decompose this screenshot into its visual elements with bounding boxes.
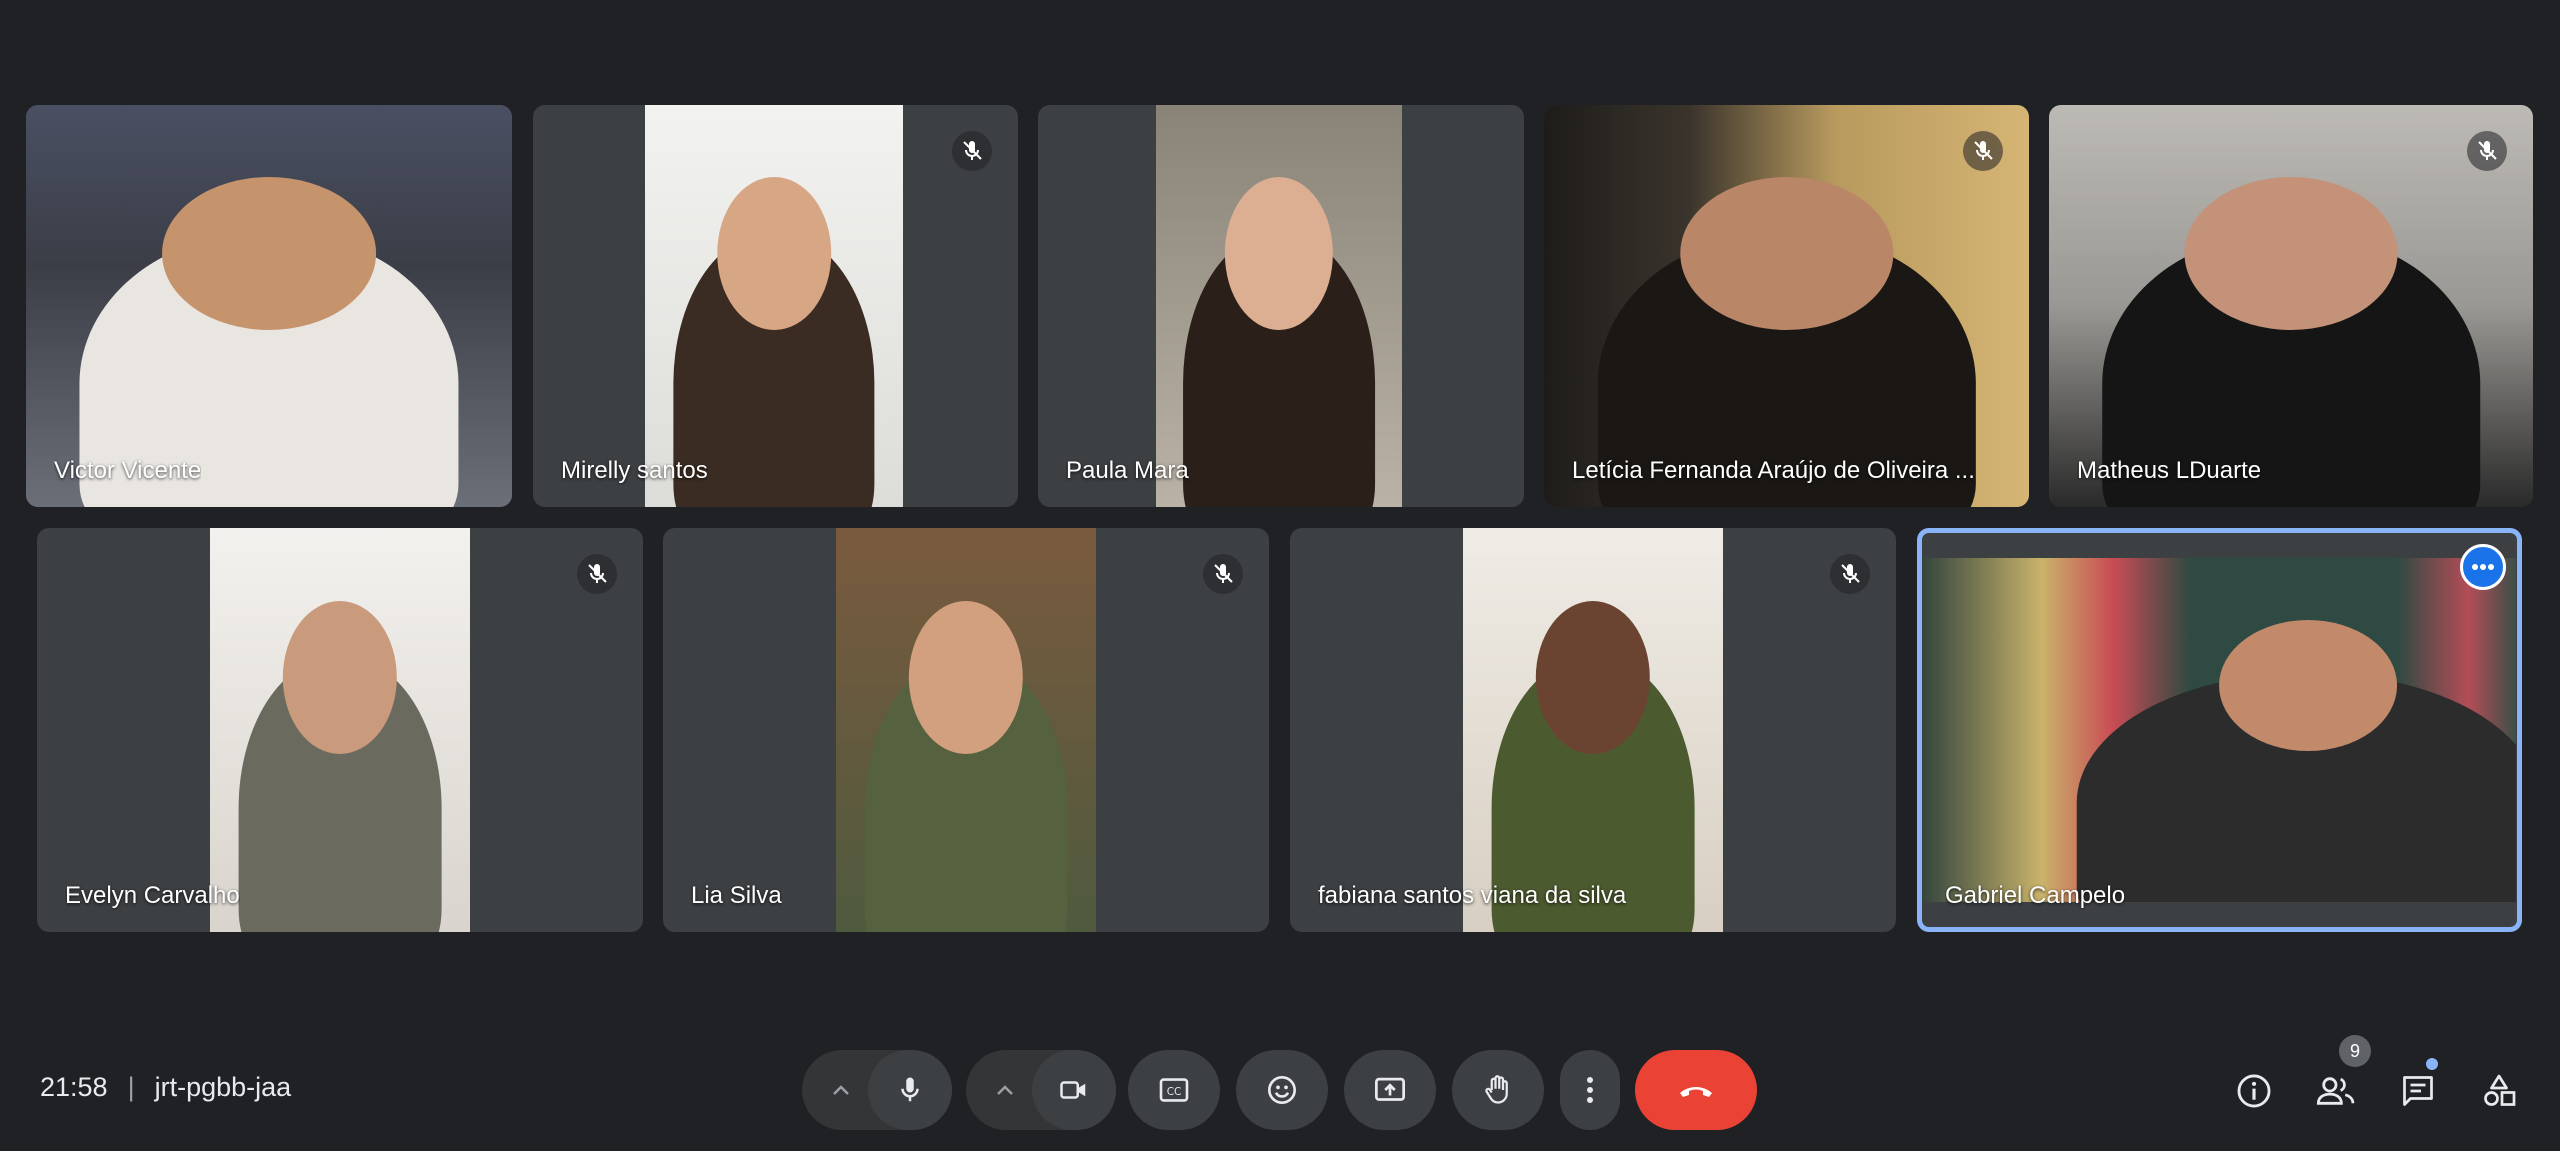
participant-tile[interactable]: Victor Vicente <box>26 105 512 507</box>
people-button[interactable] <box>2311 1066 2361 1116</box>
participant-name: Gabriel Campelo <box>1945 882 2126 909</box>
mic-options-button[interactable] <box>806 1050 876 1130</box>
activities-icon <box>2484 1074 2516 1106</box>
leave-call-button[interactable] <box>1635 1050 1757 1130</box>
divider: | <box>127 1072 135 1102</box>
call-end-icon <box>1680 1087 1712 1097</box>
camera-options-button[interactable] <box>970 1050 1040 1130</box>
meeting-code: jrt-pgbb-jaa <box>154 1072 292 1102</box>
participant-tile[interactable]: Mirelly santos <box>533 105 1018 507</box>
participant-name: Paula Mara <box>1066 457 1189 484</box>
participant-tile[interactable]: Matheus LDuarte <box>2049 105 2533 507</box>
emoji-icon <box>1268 1076 1296 1104</box>
microphone-button[interactable] <box>868 1050 952 1130</box>
more-options-button[interactable] <box>1560 1050 1620 1130</box>
participant-video <box>2049 105 2533 507</box>
participant-tile[interactable]: Lia Silva <box>663 528 1269 932</box>
participant-video <box>836 528 1096 932</box>
captions-button[interactable]: CC <box>1128 1050 1220 1130</box>
participant-tile[interactable]: Paula Mara <box>1038 105 1524 507</box>
participant-video <box>210 528 470 932</box>
camera-button[interactable] <box>1032 1050 1116 1130</box>
present-screen-icon <box>1375 1077 1405 1101</box>
chat-notification-dot <box>2426 1058 2438 1070</box>
svg-text:CC: CC <box>1167 1086 1182 1098</box>
closed-captions-icon: CC <box>1159 1078 1189 1102</box>
participant-name: Lia Silva <box>691 882 782 909</box>
mic-off-icon <box>2467 131 2507 171</box>
more-vert-icon <box>1587 1077 1593 1103</box>
chat-icon <box>2403 1076 2433 1106</box>
meeting-info: 21:58 | jrt-pgbb-jaa <box>40 1072 291 1103</box>
participant-video <box>26 105 512 507</box>
mic-off-icon <box>1830 554 1870 594</box>
raise-hand-button[interactable] <box>1452 1050 1544 1130</box>
hand-icon <box>1485 1075 1508 1104</box>
info-icon <box>2237 1074 2271 1108</box>
chat-button[interactable] <box>2393 1066 2443 1116</box>
participant-tile[interactable]: Letícia Fernanda Araújo de Oliveira ... <box>1544 105 2029 507</box>
people-icon <box>2316 1077 2355 1105</box>
more-options-icon[interactable] <box>2460 544 2506 590</box>
participant-name: Matheus LDuarte <box>2077 457 2262 484</box>
participant-name: fabiana santos viana da silva <box>1318 882 1627 909</box>
mic-off-icon <box>1203 554 1243 594</box>
present-button[interactable] <box>1344 1050 1436 1130</box>
mic-off-icon <box>577 554 617 594</box>
reactions-button[interactable] <box>1236 1050 1328 1130</box>
participant-video <box>1463 528 1723 932</box>
video-camera-icon <box>1060 1081 1086 1099</box>
mic-off-icon <box>1963 131 2003 171</box>
participant-name: Mirelly santos <box>561 457 708 484</box>
participant-name: Letícia Fernanda Araújo de Oliveira ... <box>1572 457 1975 484</box>
mic-off-icon <box>952 131 992 171</box>
meeting-details-button[interactable] <box>2229 1066 2279 1116</box>
meeting-time: 21:58 <box>40 1072 108 1102</box>
chevron-up-icon <box>997 1085 1013 1095</box>
chevron-up-icon <box>833 1085 849 1095</box>
participant-video <box>1156 105 1402 507</box>
participant-video <box>645 105 903 507</box>
participant-name: Victor Vicente <box>54 457 202 484</box>
participant-tile[interactable]: fabiana santos viana da silva <box>1290 528 1896 932</box>
participant-tile-active[interactable]: Gabriel Campelo <box>1917 528 2522 932</box>
activities-button[interactable] <box>2474 1066 2524 1116</box>
participant-video <box>1544 105 2029 507</box>
participant-name: Evelyn Carvalho <box>65 882 240 909</box>
participant-count-badge: 9 <box>2339 1035 2371 1067</box>
participant-video <box>1923 558 2516 902</box>
participant-tile[interactable]: Evelyn Carvalho <box>37 528 643 932</box>
mic-icon <box>901 1077 919 1102</box>
